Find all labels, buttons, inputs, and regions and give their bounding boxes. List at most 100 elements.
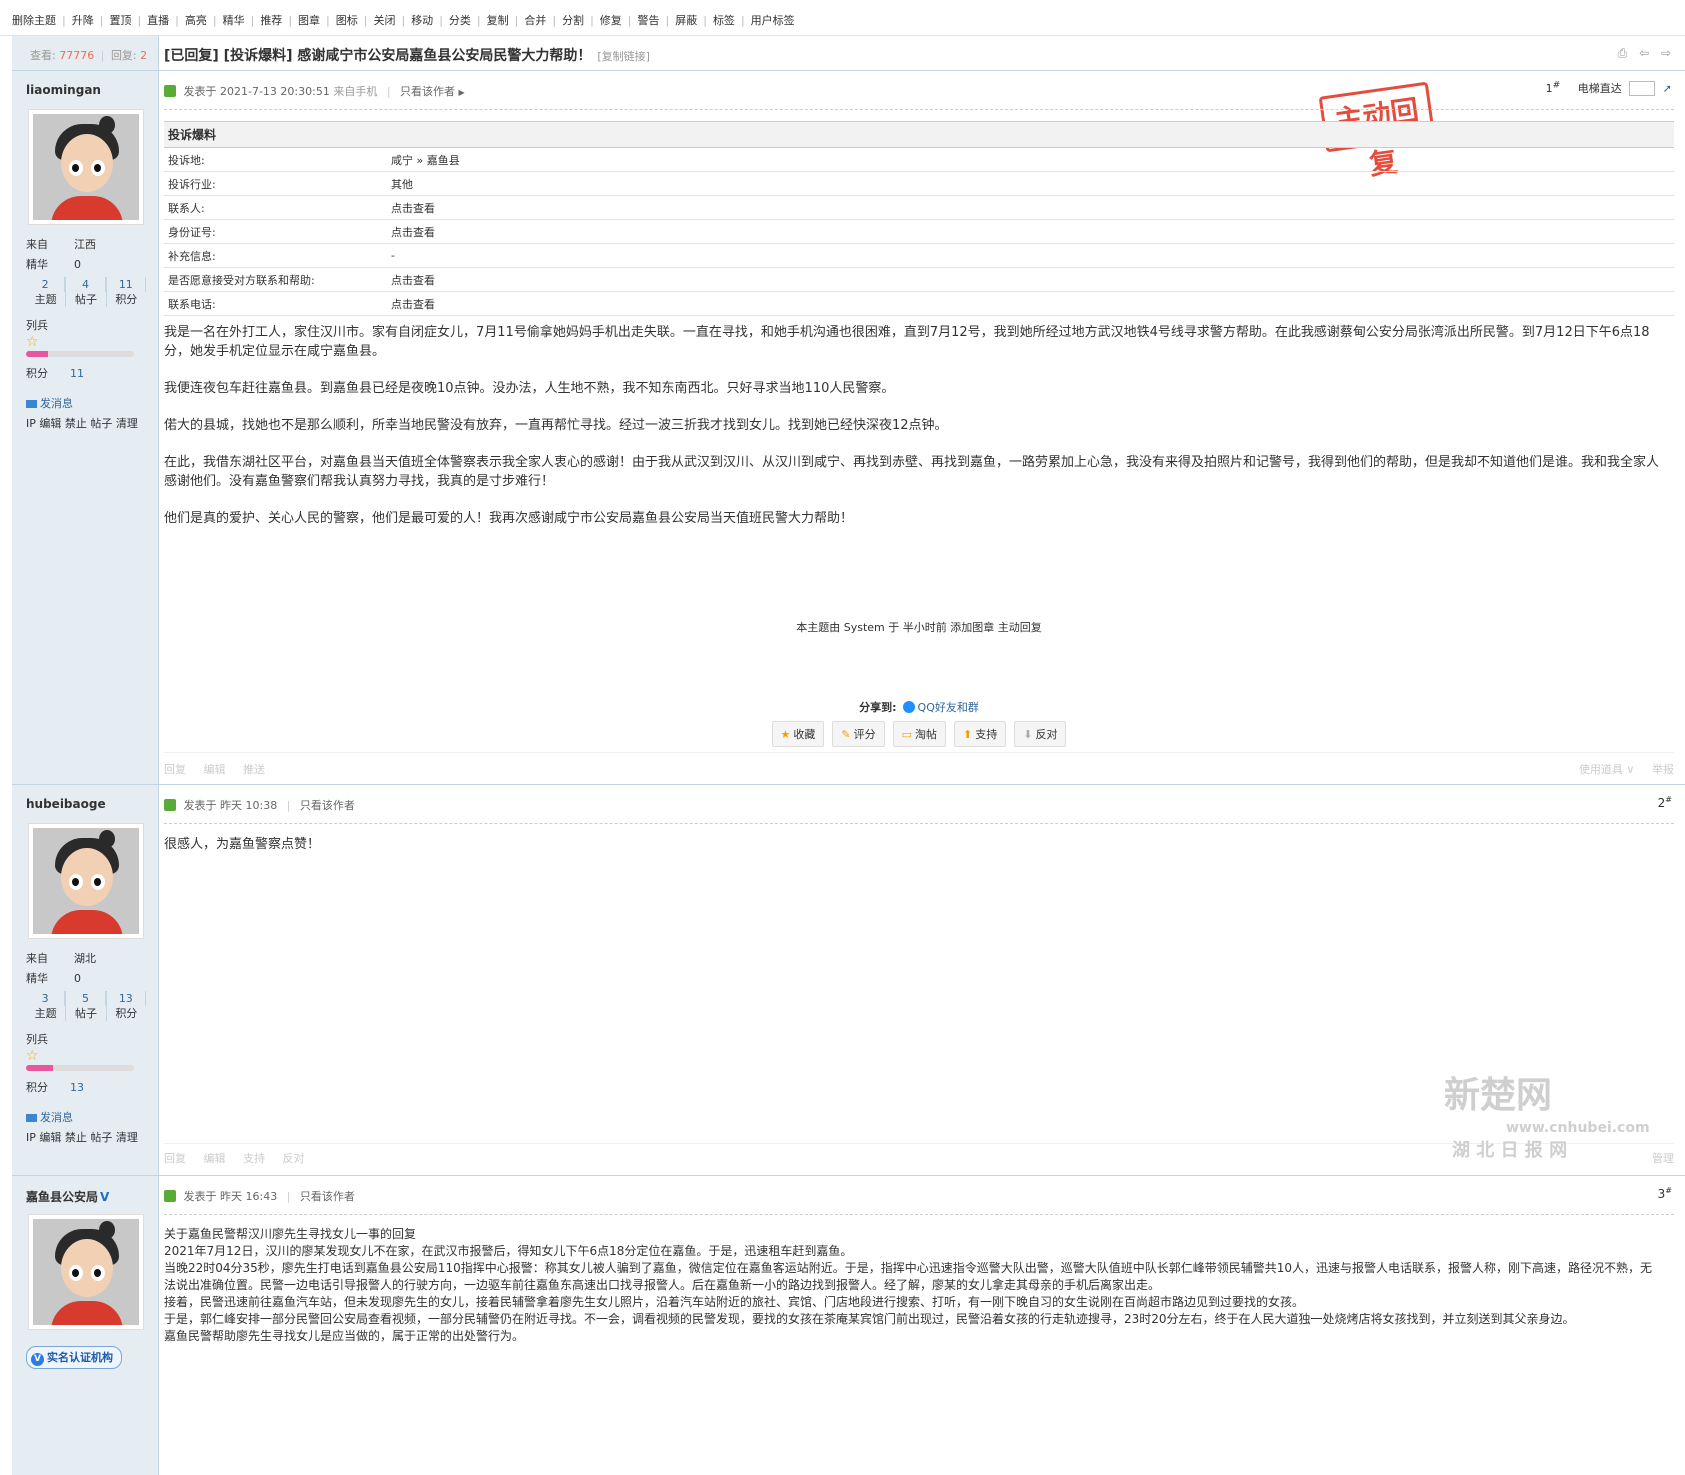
send-message-link[interactable]: 发消息 (26, 1109, 151, 1125)
collect-button[interactable]: ▭ 淘帖 (892, 721, 947, 747)
folder-icon: ▭ (901, 728, 913, 741)
thread-title-text: [已回复] [投诉爆料] 感谢咸宁市公安局嘉鱼县公安局民警大力帮助！ (164, 48, 592, 64)
support-button[interactable]: ⬆ 支持 (954, 721, 1007, 747)
mod-action-16[interactable]: 警告 (638, 14, 660, 27)
author-stats: 3 主题 5 帖子 13 积分 (26, 991, 146, 1021)
mod-action-12[interactable]: 复制 (487, 14, 509, 27)
paragraph: 于是，郭仁峰安排一部分民警回公安局查看视频，一部分民辅警仍在附近寻找。不一会，调… (164, 1312, 1575, 1326)
post-footer: 回复 编辑 推送 使用道具 ∨ 举报 (164, 761, 1674, 781)
post-time: 发表于 2021-7-13 20:30:51 (183, 85, 330, 98)
floor-number[interactable]: 2# (1658, 795, 1672, 810)
mod-action-17[interactable]: 屏蔽 (675, 14, 697, 27)
oppose-button[interactable]: ⬇ 反对 (1014, 721, 1067, 747)
mod-action-10[interactable]: 移动 (411, 14, 433, 27)
favorite-button[interactable]: ★ 收藏 (771, 721, 825, 747)
use-tools-menu[interactable]: 使用道具 ∨ (1579, 763, 1635, 776)
author-username[interactable]: 嘉鱼县公安局 V (26, 1188, 109, 1205)
stat-topics[interactable]: 3 主题 (26, 991, 67, 1021)
stat-score[interactable]: 13 积分 (107, 991, 146, 1021)
paragraph: 很感人，为嘉鱼警察点赞！ (164, 837, 321, 852)
post-info: 发表于 2021-7-13 20:30:51 来自手机 | 只看该作者 ▶ (164, 83, 1674, 103)
replies-count: 2 (140, 49, 148, 62)
author-stats: 2 主题 4 帖子 11 积分 (26, 277, 146, 307)
oppose-link[interactable]: 反对 (283, 1152, 305, 1165)
mod-action-2[interactable]: 置顶 (109, 14, 131, 27)
stat-posts[interactable]: 5 帖子 (66, 991, 107, 1021)
mod-action-19[interactable]: 用户标签 (751, 14, 795, 27)
report-link[interactable]: 举报 (1652, 763, 1674, 776)
stat-topics[interactable]: 2 主题 (26, 277, 67, 307)
only-author-link[interactable]: 只看该作者 (300, 799, 355, 812)
share-qq-link[interactable]: QQ好友和群 (918, 701, 979, 714)
admin-links[interactable]: IP 编辑 禁止 帖子 清理 (26, 1129, 151, 1145)
mod-action-3[interactable]: 直播 (147, 14, 169, 27)
level-progress-bar (26, 1065, 134, 1071)
edit-link[interactable]: 编辑 (204, 1152, 226, 1165)
post-footer: 回复 编辑 支持 反对 管理 (164, 1150, 1674, 1170)
admin-links[interactable]: IP 编辑 禁止 帖子 清理 (26, 415, 151, 431)
from-label: 来自 (26, 238, 48, 251)
mod-action-7[interactable]: 图章 (298, 14, 320, 27)
paragraph: 偌大的县城，找她也不是那么顺利，所幸当地民警没有放弃，一直再帮忙寻找。经过一波三… (164, 418, 948, 433)
thread-stats: 查看: 77776 | 回复: 2 (30, 49, 148, 62)
mod-action-6[interactable]: 推荐 (260, 14, 282, 27)
share-label: 分享到: (859, 701, 897, 714)
avatar[interactable] (28, 109, 144, 225)
views-label: 查看: (30, 49, 56, 62)
digest-label: 精华 (26, 258, 48, 271)
verified-icon: V (100, 1190, 110, 1204)
floor-jump-input[interactable] (1629, 81, 1656, 97)
level-progress-bar (26, 351, 134, 357)
only-author-link[interactable]: 只看该作者 (400, 85, 455, 98)
reply-link[interactable]: 回复 (164, 1152, 186, 1165)
author-username[interactable]: hubeibaoge (26, 797, 106, 811)
reply-link[interactable]: 回复 (164, 763, 186, 776)
table-row: 补充信息: - (164, 243, 1674, 268)
table-row: 身份证号: 点击查看 (164, 219, 1674, 244)
copy-link-button[interactable]: [复制链接] (597, 50, 650, 63)
paragraph: 接着，民警迅速前往嘉鱼汽车站，但未发现廖先生的女儿，接着民辅警拿着廖先生女儿照片… (164, 1295, 1305, 1309)
rate-button[interactable]: ✎ 评分 (832, 721, 885, 747)
stat-posts[interactable]: 4 帖子 (66, 277, 107, 307)
support-link[interactable]: 支持 (243, 1152, 265, 1165)
table-row: 联系人: 点击查看 (164, 195, 1674, 220)
manage-link[interactable]: 管理 (1652, 1152, 1674, 1165)
mod-action-5[interactable]: 精华 (223, 14, 245, 27)
author-profile: 来自 湖北 精华 0 3 主题 5 帖子 13 积分 列兵 ☆ 积分 13 发消息 IP 编… (26, 949, 151, 1145)
mod-action-13[interactable]: 合并 (524, 14, 546, 27)
post-body: 很感人，为嘉鱼警察点赞！ (164, 835, 1659, 872)
mod-action-18[interactable]: 标签 (713, 14, 735, 27)
mod-action-15[interactable]: 修复 (600, 14, 622, 27)
author-profile: 来自 江西 精华 0 2 主题 4 帖子 11 积分 列兵 ☆ 积分 11 发消息 IP 编… (26, 235, 151, 431)
paragraph: 他们是真的爱护、关心人民的警察，他们是最可爱的人！我再次感谢咸宁市公安局嘉鱼县公… (164, 511, 854, 526)
mod-action-9[interactable]: 关闭 (373, 14, 395, 27)
mod-action-11[interactable]: 分类 (449, 14, 471, 27)
arrow-down-icon: ⬇ (1023, 728, 1033, 741)
author-username[interactable]: liaomingan (26, 83, 101, 97)
stat-score[interactable]: 11 积分 (107, 277, 146, 307)
post-body: 我是一名在外打工人，家住汉川市。家有自闭症女儿，7月11号偷拿她妈妈手机出走失联… (164, 323, 1659, 546)
push-link[interactable]: 推送 (243, 763, 265, 776)
post-body: 关于嘉鱼民警帮汉川廖先生寻找女儿一事的回复 2021年7月12日，汉川的廖某发现… (164, 1226, 1659, 1345)
mod-action-8[interactable]: 图标 (336, 14, 358, 27)
table-row: 投诉行业: 其他 (164, 171, 1674, 196)
arrow-up-icon: ⬆ (963, 728, 973, 741)
post-actions: ★ 收藏 ✎ 评分 ▭ 淘帖 ⬆ 支持 ⬇ 反对 (164, 721, 1674, 747)
floor-number[interactable]: 3# (1658, 1186, 1672, 1201)
only-author-link[interactable]: 只看该作者 (300, 1190, 355, 1203)
star-icon: ☆ (26, 334, 39, 350)
mod-action-14[interactable]: 分割 (562, 14, 584, 27)
go-arrow-icon[interactable]: ➚ (1663, 82, 1672, 95)
print-prev-next-icons[interactable]: ⎙ ⇦ ⇨ (1618, 46, 1675, 61)
post-device: 来自手机 (333, 85, 378, 98)
edit-link[interactable]: 编辑 (204, 763, 226, 776)
post-info: 发表于 昨天 10:38 | 只看该作者 (164, 797, 1674, 817)
avatar[interactable] (28, 1214, 144, 1330)
author-profile: V 实名认证机构 (26, 1346, 151, 1369)
mod-action-0[interactable]: 删除主题 (12, 14, 56, 27)
mod-action-4[interactable]: 高亮 (185, 14, 207, 27)
send-message-link[interactable]: 发消息 (26, 395, 151, 411)
avatar[interactable] (28, 823, 144, 939)
paragraph: 嘉鱼民警帮助廖先生寻找女儿是应当做的，属于正常的出处警行为。 (164, 1329, 525, 1343)
mod-action-1[interactable]: 升降 (72, 14, 94, 27)
